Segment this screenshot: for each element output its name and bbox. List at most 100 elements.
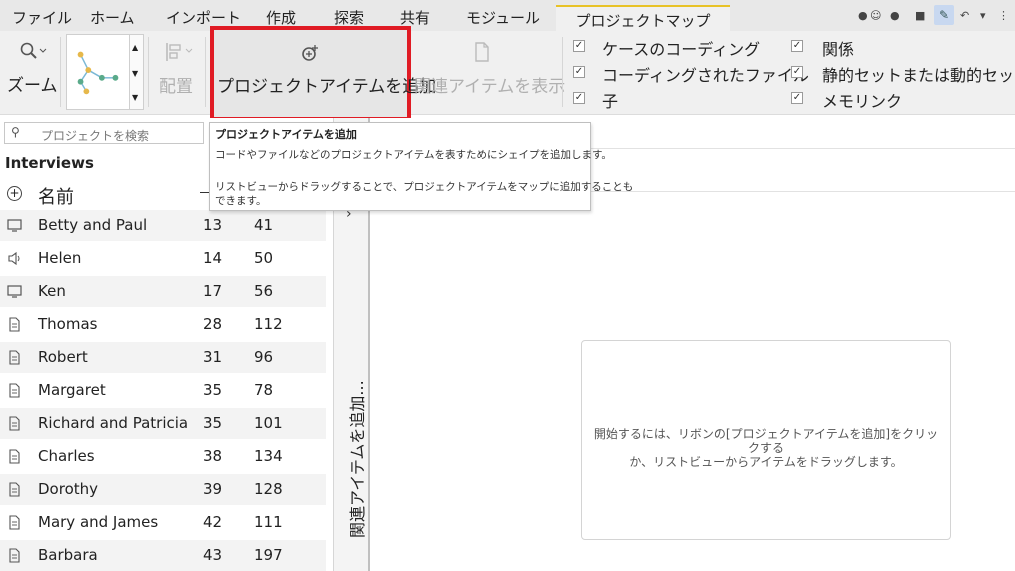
- account-icon[interactable]: ☺: [870, 9, 881, 22]
- tab-project-map[interactable]: プロジェクトマップ: [556, 5, 730, 33]
- save-icon[interactable]: ■: [915, 9, 925, 22]
- layout-gallery-scroll[interactable]: ▲ ▼ ▼: [129, 34, 144, 110]
- row-column-2: 101: [254, 414, 283, 432]
- tab-modules[interactable]: モジュール: [466, 7, 540, 28]
- arrange-button[interactable]: 配置: [155, 39, 201, 101]
- arrange-label: 配置: [159, 77, 193, 97]
- hint-line-2: か、リストビューからアイテムをドラッグします。: [629, 455, 903, 469]
- add-project-item-label: プロジェクトアイテムを追加: [217, 77, 437, 97]
- add-item-tooltip: プロジェクトアイテムを追加 コードやファイルなどのプロジェクトアイテムを表すため…: [209, 122, 633, 211]
- add-column-icon[interactable]: +: [7, 186, 22, 201]
- table-row[interactable]: Helen 14 50: [0, 243, 326, 274]
- checkbox-relationships[interactable]: ✓: [791, 40, 803, 52]
- search-icon: ⚲: [11, 125, 20, 139]
- checkbox-children[interactable]: ✓: [573, 92, 585, 104]
- row-name: Betty and Paul: [38, 216, 148, 234]
- document-icon: [7, 548, 22, 563]
- checkbox-case-coding[interactable]: ✓: [573, 40, 585, 52]
- checkbox-coded-files-label: コーディングされたファイル: [602, 66, 809, 85]
- customize-dropdown-icon[interactable]: ▾: [980, 9, 986, 22]
- row-name: Margaret: [38, 381, 106, 399]
- checkbox-children-label: 子: [602, 92, 619, 111]
- ribbon: ズーム ▲ ▼ ▼ 配置 プロジェクトアイテムを追加 関連アイテムを表示 ✓ ケ…: [0, 26, 1015, 121]
- ribbon-tab-bar: ファイル ホーム インポート 作成 探索 共有 モジュール プロジェクトマップ …: [0, 0, 1015, 33]
- undo-icon[interactable]: ↶: [960, 9, 969, 22]
- document-icon: [7, 482, 22, 497]
- checkbox-memo-links-label: メモリンク: [822, 92, 903, 111]
- list-group-title: Interviews: [5, 154, 94, 172]
- row-column-1: 31: [203, 348, 223, 366]
- table-row[interactable]: Ken 17 56: [0, 276, 326, 307]
- document-icon: [7, 416, 22, 431]
- row-column-2: 111: [254, 513, 283, 531]
- checkbox-case-coding-label: ケースのコーディング: [602, 40, 761, 59]
- checkbox-coded-files[interactable]: ✓: [573, 66, 585, 78]
- row-column-2: 112: [254, 315, 283, 333]
- table-row[interactable]: Barbara 43 197: [0, 540, 326, 571]
- row-column-2: 128: [254, 480, 283, 498]
- row-column-2: 50: [254, 249, 274, 267]
- tab-share[interactable]: 共有: [400, 7, 430, 28]
- row-name: Helen: [38, 249, 82, 267]
- table-row[interactable]: Margaret 35 78: [0, 375, 326, 406]
- row-column-2: 78: [254, 381, 274, 399]
- row-column-1: 42: [203, 513, 223, 531]
- row-name: Robert: [38, 348, 88, 366]
- audio-icon: [7, 251, 22, 266]
- row-column-1: 39: [203, 480, 223, 498]
- row-name: Richard and Patricia: [38, 414, 189, 432]
- row-name: Dorothy: [38, 480, 99, 498]
- table-row[interactable]: Charles 38 134: [0, 441, 326, 472]
- document-icon: [7, 350, 22, 365]
- checkbox-memo-links[interactable]: ✓: [791, 92, 803, 104]
- project-search-input[interactable]: ⚲ プロジェクトを検索: [4, 122, 204, 144]
- tab-explore[interactable]: 探索: [334, 7, 364, 28]
- tooltip-line-3: できます。: [215, 195, 267, 207]
- row-column-1: 28: [203, 315, 223, 333]
- row-name: Charles: [38, 447, 95, 465]
- checkbox-relationships-label: 関係: [822, 40, 855, 59]
- gallery-more-icon[interactable]: ▼: [132, 93, 138, 102]
- column-header-name[interactable]: 名前: [38, 183, 74, 209]
- tab-home[interactable]: ホーム: [90, 7, 135, 28]
- row-column-1: 38: [203, 447, 223, 465]
- scroll-up-icon[interactable]: ▲: [132, 43, 138, 52]
- tab-file[interactable]: ファイル: [12, 7, 72, 28]
- add-project-item-button[interactable]: プロジェクトアイテムを追加: [210, 26, 436, 121]
- related-items-label: 関連アイテムを追加...: [348, 380, 367, 538]
- tooltip-line-2: リストビューからドラッグすることで、プロジェクトアイテムをマップに追加することも: [215, 181, 634, 193]
- menu-dots-icon[interactable]: ⋮: [998, 9, 1009, 22]
- tooltip-line-1: コードやファイルなどのプロジェクトアイテムを表すためにシェイプを追加します。: [215, 149, 612, 161]
- row-column-2: 134: [254, 447, 283, 465]
- empty-map-hint-text: 開始するには、リボンの[プロジェクトアイテムを追加]をクリックする か、リストビ…: [590, 427, 942, 469]
- document-icon: [7, 317, 22, 332]
- zoom-icon: [20, 42, 47, 59]
- show-related-items-button[interactable]: 関連アイテムを表示: [412, 39, 565, 101]
- scroll-down-icon[interactable]: ▼: [132, 69, 138, 78]
- tab-create[interactable]: 作成: [266, 7, 296, 28]
- table-row[interactable]: Mary and James 42 111: [0, 507, 326, 538]
- row-column-2: 197: [254, 546, 283, 564]
- row-name: Thomas: [38, 315, 98, 333]
- document-icon: [7, 383, 22, 398]
- table-row[interactable]: Betty and Paul 13 41: [0, 210, 326, 241]
- tab-import[interactable]: インポート: [166, 7, 241, 28]
- row-column-2: 96: [254, 348, 274, 366]
- dot-icon: ●: [858, 9, 868, 22]
- document-icon: [475, 42, 489, 62]
- dot-icon-2: ●: [890, 9, 900, 22]
- table-row[interactable]: Dorothy 39 128: [0, 474, 326, 505]
- show-related-items-label: 関連アイテムを表示: [414, 77, 566, 97]
- edit-icon[interactable]: ✎: [934, 5, 954, 25]
- zoom-button[interactable]: ズーム: [5, 39, 58, 99]
- table-row[interactable]: Thomas 28 112: [0, 309, 326, 340]
- empty-map-hint: 開始するには、リボンの[プロジェクトアイテムを追加]をクリックする か、リストビ…: [581, 340, 951, 540]
- layout-gallery-thumbnail[interactable]: [66, 34, 130, 110]
- add-shape-icon: [302, 45, 318, 61]
- table-row[interactable]: Richard and Patricia 35 101: [0, 408, 326, 439]
- search-placeholder: プロジェクトを検索: [41, 129, 150, 143]
- document-icon: [7, 515, 22, 530]
- table-row[interactable]: Robert 31 96: [0, 342, 326, 373]
- checkbox-sets[interactable]: ✓: [791, 66, 803, 78]
- video-icon: [7, 218, 22, 233]
